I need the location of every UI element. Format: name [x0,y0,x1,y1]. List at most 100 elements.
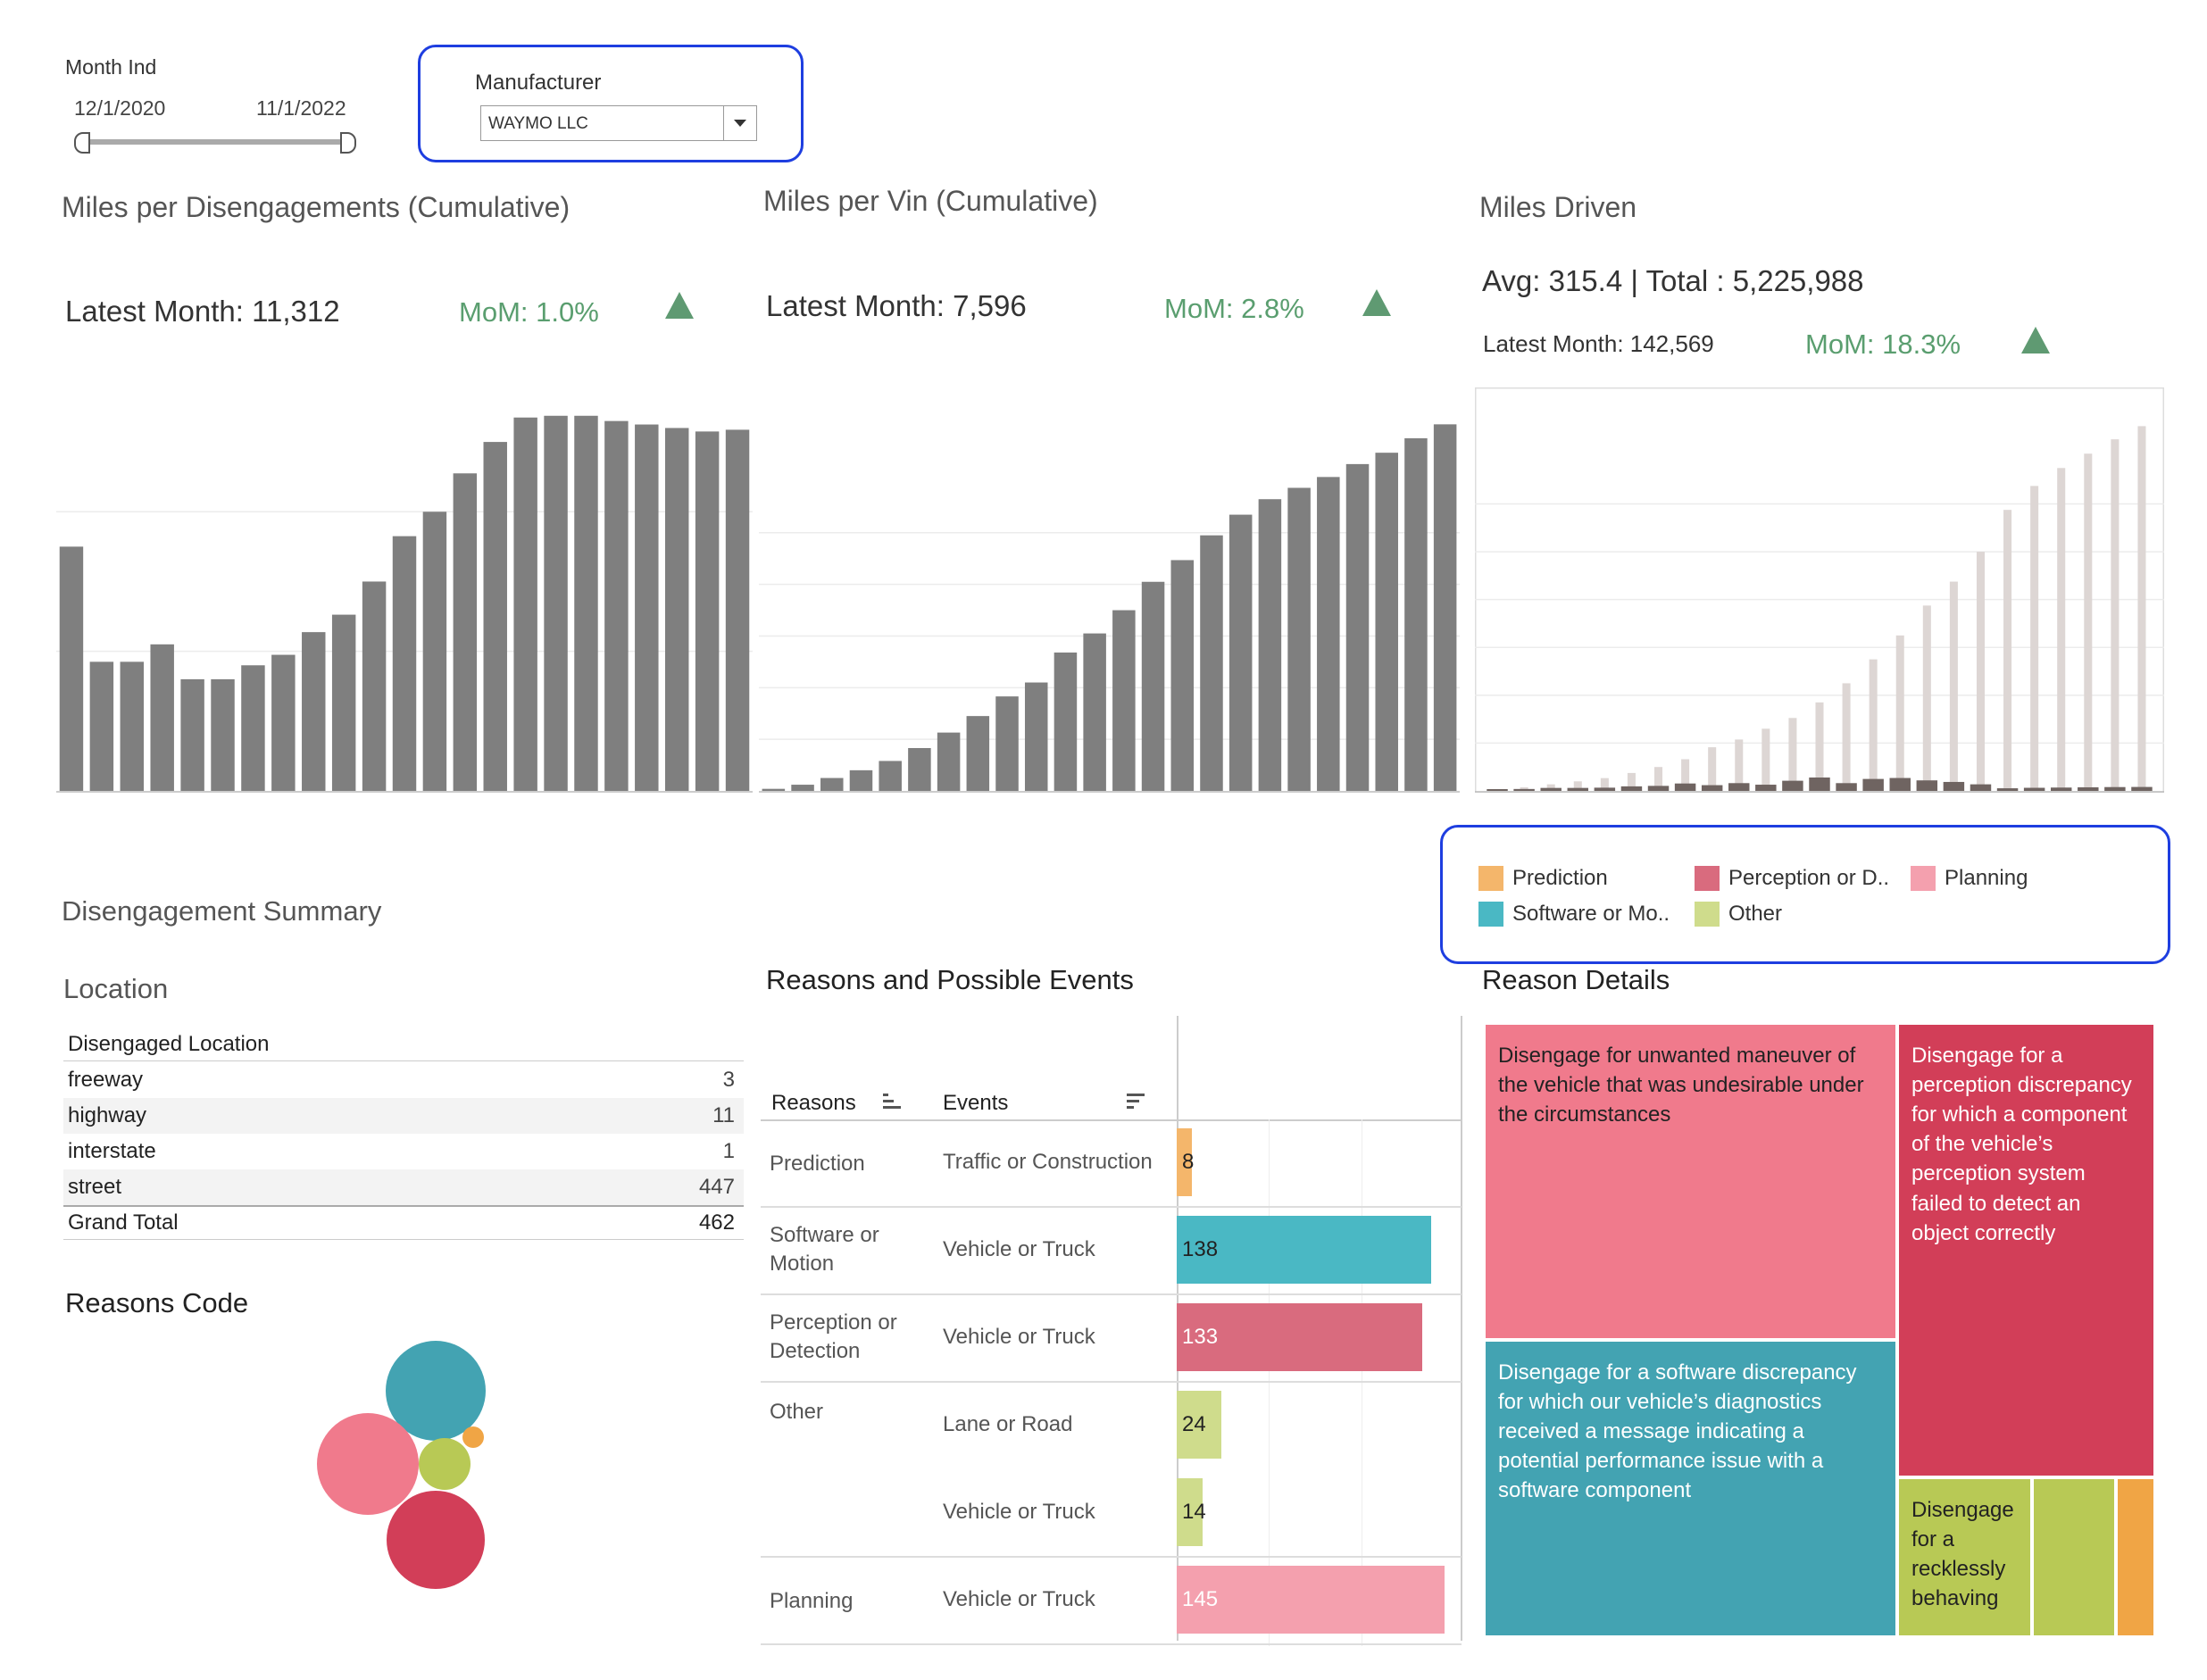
bar[interactable] [392,536,417,791]
bar[interactable] [2030,486,2039,791]
bar[interactable] [1258,499,1282,791]
bar[interactable] [1809,777,1830,791]
bar[interactable] [820,778,844,791]
table-row[interactable]: highway 11 [63,1098,744,1134]
bar[interactable] [1836,783,1857,791]
bar[interactable] [1976,552,1985,791]
bar[interactable] [362,581,387,791]
bar[interactable] [1996,788,2019,791]
treemap-cell-other[interactable]: Disengage for a recklessly behaving [1897,1477,2032,1637]
bar[interactable] [1895,635,1904,791]
bar[interactable] [1788,718,1797,791]
bar[interactable] [2111,439,2120,791]
slider-start-handle[interactable] [74,132,90,154]
treemap-cell-planning[interactable]: Disengage for unwanted maneuver of the v… [1484,1023,1897,1340]
bar[interactable] [2104,786,2126,791]
bar[interactable] [1674,783,1696,791]
bar[interactable] [1647,786,1670,791]
bar[interactable] [271,654,296,791]
bar[interactable] [1567,787,1589,791]
bar[interactable] [1916,780,1938,791]
table-row[interactable]: Planning Vehicle or Truck 145 [761,1557,1462,1645]
col-reasons-header[interactable]: Reasons [771,1091,856,1116]
month-range-slider[interactable] [74,132,360,154]
bar[interactable] [1487,788,1508,791]
bar[interactable] [2057,468,2066,791]
bar[interactable] [1054,652,1078,791]
bar[interactable] [574,415,598,791]
sort-icon[interactable] [1127,1091,1145,1110]
bar[interactable] [1228,514,1253,791]
bubble-other[interactable] [419,1438,471,1490]
bar[interactable] [544,415,568,791]
bar[interactable] [483,442,507,791]
bar[interactable] [1949,581,1958,791]
bar[interactable] [849,769,873,791]
treemap-cell-software[interactable]: Disengage for a software discrepancy for… [1484,1340,1897,1637]
bar[interactable] [2023,787,2045,791]
bar[interactable] [241,665,265,791]
bar[interactable] [762,788,786,791]
table-row[interactable]: Prediction Traffic or Construction 8 [761,1119,1462,1208]
bar[interactable] [1728,783,1750,791]
bar[interactable] [2050,787,2072,791]
bubble-planning[interactable] [317,1413,419,1515]
bar[interactable] [604,420,629,791]
bar[interactable] [1375,453,1398,791]
bar[interactable] [1970,784,1992,791]
bar[interactable] [1170,560,1195,791]
bar[interactable] [1141,581,1165,791]
bar[interactable] [2131,786,2153,791]
bar[interactable] [59,546,84,791]
bar[interactable] [211,678,235,791]
table-row[interactable]: interstate 1 [63,1134,744,1169]
bar[interactable] [879,761,902,791]
bar[interactable] [1345,463,1370,791]
treemap-cell-prediction[interactable] [2116,1477,2155,1637]
bar[interactable] [1287,487,1311,791]
color-legend[interactable]: Prediction Perception or D.. Planning Softw… [1478,866,2157,946]
bar[interactable] [150,644,174,791]
bar[interactable] [180,678,204,791]
bar[interactable] [791,785,814,791]
bar[interactable] [937,732,961,791]
bar[interactable] [1083,633,1106,791]
treemap-cell-other-2[interactable] [2032,1477,2116,1637]
table-row[interactable]: Perception or Detection Vehicle or Truck 1… [761,1294,1462,1383]
bar[interactable] [2078,786,2099,791]
bar[interactable] [453,473,478,791]
bar[interactable] [1620,786,1643,791]
bubble-prediction[interactable] [462,1426,484,1448]
bar[interactable] [1889,778,1911,791]
dropdown-button[interactable] [723,106,756,140]
slider-end-handle[interactable] [340,132,356,154]
bar[interactable] [908,747,931,791]
table-row[interactable]: street 447 [63,1169,744,1205]
bar[interactable] [635,424,659,791]
bar[interactable] [1024,682,1048,791]
bar[interactable] [664,428,689,791]
table-row[interactable]: Vehicle or Truck 14 [761,1469,1462,1558]
bar[interactable] [1862,778,1884,791]
bar[interactable] [1761,728,1770,791]
bar[interactable] [302,632,326,791]
bubble-perception[interactable] [387,1491,485,1589]
bar[interactable] [1433,424,1457,791]
bar[interactable] [725,429,750,791]
bar[interactable] [89,661,114,791]
bar[interactable] [1708,747,1717,791]
bar[interactable] [1317,477,1340,791]
manufacturer-dropdown[interactable]: WAYMO LLC [480,105,757,141]
bar[interactable] [1842,683,1851,791]
table-row[interactable]: Other Lane or Road 24 [761,1382,1462,1469]
bar[interactable] [1943,781,1965,791]
bar[interactable] [1404,437,1428,791]
bar[interactable] [1200,535,1223,791]
bar[interactable] [1869,659,1878,791]
bar[interactable] [422,511,447,791]
sort-icon[interactable] [883,1091,901,1110]
bar[interactable] [1112,610,1136,791]
bar[interactable] [331,614,356,791]
table-row[interactable]: Software or Motion Vehicle or Truck 138 [761,1207,1462,1295]
bar[interactable] [1922,605,1931,791]
